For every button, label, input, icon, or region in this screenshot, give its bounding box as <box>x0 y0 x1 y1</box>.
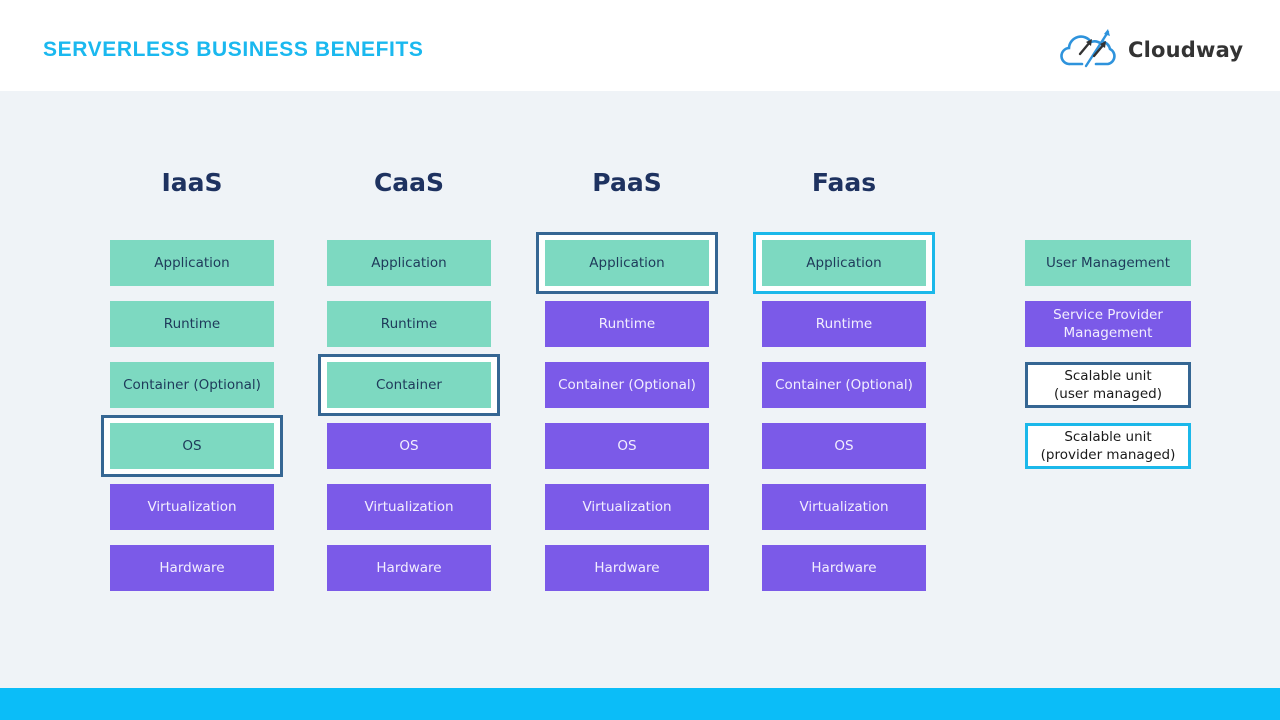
layer-os: OS <box>327 423 491 469</box>
layer-hardware: Hardware <box>762 545 926 591</box>
legend-item-provider: Service Provider Management <box>1025 301 1191 347</box>
legend-label: Management <box>1063 325 1153 341</box>
column-title-caas: CaaS <box>373 168 445 197</box>
layer-virtualization: Virtualization <box>762 484 926 530</box>
legend-item-scal-prov: Scalable unit (provider managed) <box>1025 423 1191 469</box>
legend-label: Scalable unit <box>1064 429 1152 445</box>
legend-item-user: User Management <box>1025 240 1191 286</box>
column-title-paas: PaaS <box>592 168 662 197</box>
layer-container: Container <box>327 362 491 408</box>
layer-container-optional: Container (Optional) <box>110 362 274 408</box>
layer-os: OS <box>545 423 709 469</box>
layer-runtime: Runtime <box>545 301 709 347</box>
column-title-iaas: IaaS <box>161 168 223 197</box>
footer-bar <box>0 688 1280 720</box>
layer-application: Application <box>762 240 926 286</box>
layer-os: OS <box>762 423 926 469</box>
layer-virtualization: Virtualization <box>545 484 709 530</box>
layer-container-optional: Container (Optional) <box>545 362 709 408</box>
layer-container-optional: Container (Optional) <box>762 362 926 408</box>
layer-runtime: Runtime <box>762 301 926 347</box>
legend-label: (user managed) <box>1054 386 1162 402</box>
header: SERVERLESS BUSINESS BENEFITS Cloudway <box>0 0 1280 91</box>
layer-hardware: Hardware <box>327 545 491 591</box>
logo-text: Cloudway <box>1128 38 1244 62</box>
column-title-faas: Faas <box>811 168 877 197</box>
legend-item-scal-user: Scalable unit (user managed) <box>1025 362 1191 408</box>
logo: Cloudway <box>1060 28 1243 72</box>
layer-os: OS <box>110 423 274 469</box>
layer-application: Application <box>545 240 709 286</box>
layer-runtime: Runtime <box>110 301 274 347</box>
legend-label: Scalable unit <box>1064 368 1152 384</box>
legend-label: Service Provider <box>1053 307 1163 323</box>
layer-application: Application <box>327 240 491 286</box>
layer-runtime: Runtime <box>327 301 491 347</box>
layer-hardware: Hardware <box>545 545 709 591</box>
legend-label: (provider managed) <box>1040 447 1176 463</box>
layer-virtualization: Virtualization <box>327 484 491 530</box>
legend-label: User Management <box>1046 255 1170 271</box>
cloud-arrows-icon <box>1060 26 1126 75</box>
page-title: SERVERLESS BUSINESS BENEFITS <box>43 38 424 61</box>
layer-hardware: Hardware <box>110 545 274 591</box>
layer-virtualization: Virtualization <box>110 484 274 530</box>
layer-application: Application <box>110 240 274 286</box>
